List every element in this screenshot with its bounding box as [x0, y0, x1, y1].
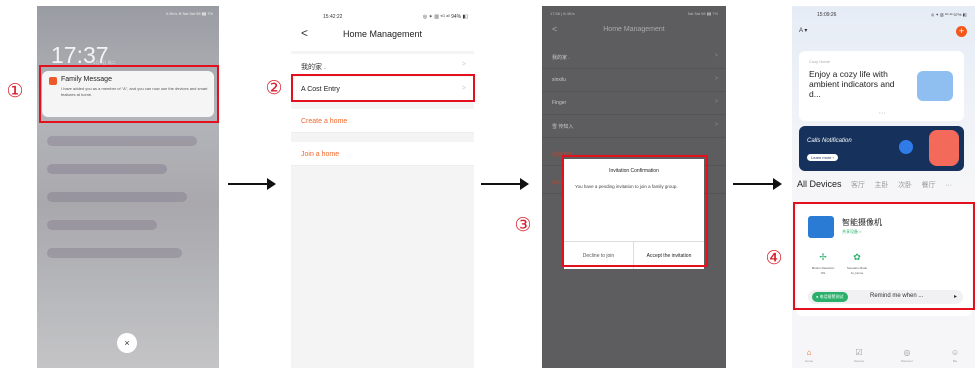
lockscreen-phone: 0.0K/s ≋ 5at 5at 98 ▮▮ 7% 17:37 4月 9日 周二… — [37, 6, 219, 368]
status-bar: ◎ ✶ ▥ ⁵ᴳ ᵃˡˡ 97% ▮▯ — [930, 12, 967, 17]
chevron-right-icon: > — [714, 53, 718, 59]
close-icon[interactable]: × — [117, 333, 137, 353]
add-icon[interactable]: + — [956, 26, 967, 37]
cozy-home-banner[interactable]: Cozy Home Enjoy a cozy life with ambient… — [799, 51, 964, 121]
tab-all-devices[interactable]: All Devices — [797, 179, 842, 189]
home-row[interactable]: Finger > — [542, 93, 726, 115]
home-row-mine[interactable]: 我的家 . > — [291, 54, 474, 76]
highlight-box-1 — [39, 65, 219, 123]
step-marker-4: ④ — [765, 247, 783, 269]
chevron-right-icon: > — [461, 61, 466, 68]
room-tabs: All Devices 客厅 主卧 次卧 餐厅 ··· — [797, 179, 959, 190]
page-title: Home Management — [603, 26, 665, 33]
home-icon: ⌂ — [806, 348, 812, 357]
banner-text: Enjoy a cozy life with ambient indicator… — [809, 69, 895, 99]
phone-illustration-icon — [929, 130, 959, 166]
create-home-button[interactable]: Create a home — [291, 109, 474, 133]
nav-me[interactable]: ☺ Me — [940, 348, 970, 363]
calls-notification-banner[interactable]: Calls Notification Learn more › — [799, 126, 964, 171]
status-bar: ◎ ✶ ▥ ⁵ᴳ ᵃˡˡ 94% ▮▯ — [422, 14, 468, 20]
status-bar: 0.0K/s ≋ 5at 5at 98 ▮▮ 7% — [165, 11, 213, 16]
nav-scenes[interactable]: ☑ Scenes — [844, 348, 874, 363]
smart-home-phone: 15:09:26 ◎ ✶ ▥ ⁵ᴳ ᵃˡˡ 97% ▮▯ A ▾ + Cozy … — [792, 6, 975, 368]
cube-illustration-icon — [917, 71, 953, 101]
home-row[interactable]: xinxilu > — [542, 70, 726, 92]
tab-room[interactable]: 主卧 — [875, 182, 889, 189]
chevron-right-icon: > — [714, 76, 718, 82]
chevron-right-icon: > — [714, 122, 718, 128]
tab-room[interactable]: 客厅 — [851, 182, 865, 189]
profile-icon: ☺ — [950, 348, 960, 357]
arrow-right-icon — [228, 178, 276, 190]
status-time: 15:09:26 — [817, 12, 837, 18]
tab-room[interactable]: 次卧 — [898, 182, 912, 189]
status-time: 15:42:22 — [323, 14, 343, 20]
step-marker-3: ③ — [514, 214, 532, 236]
highlight-box-2 — [291, 74, 475, 102]
step-marker-1: ① — [6, 80, 24, 102]
bottom-nav: ⌂ Home ☑ Scenes ◎ Discover ☺ Me — [792, 344, 975, 368]
status-bar: 5at 5at 98 ▮▮ 7% — [687, 11, 718, 16]
page-title: Home Management — [342, 29, 423, 39]
instruction-figure: 0.0K/s ≋ 5at 5at 98 ▮▮ 7% 17:37 4月 9日 周二… — [0, 0, 980, 369]
step-marker-2: ② — [265, 77, 283, 99]
scenes-icon: ☑ — [855, 348, 863, 357]
arrow-right-icon — [733, 178, 782, 190]
carousel-dots: • • • — [879, 110, 886, 115]
arrow-right-icon — [481, 178, 529, 190]
highlight-box-3 — [562, 155, 708, 267]
home-row[interactable]: 我的家 . > — [542, 47, 726, 69]
more-icon[interactable]: ··· — [945, 182, 952, 189]
nav-discover[interactable]: ◎ Discover — [892, 348, 922, 363]
nav-home[interactable]: ⌂ Home — [794, 348, 824, 363]
highlight-box-4 — [793, 202, 975, 310]
home-selector[interactable]: A ▾ — [799, 27, 807, 34]
dot-icon — [899, 140, 913, 154]
discover-icon: ◎ — [903, 348, 911, 357]
chevron-right-icon: > — [714, 99, 718, 105]
join-home-button[interactable]: Join a home — [291, 142, 474, 166]
tab-room[interactable]: 餐厅 — [922, 182, 936, 189]
home-row[interactable]: 雪 传知入 > — [542, 116, 726, 138]
home-management-phone: 15:42:22 ◎ ✶ ▥ ⁵ᴳ ᵃˡˡ 94% ▮▯ < Home Mana… — [291, 6, 474, 368]
learn-more-button[interactable]: Learn more › — [807, 154, 838, 161]
status-time: 17:56 | 8.4K/s — [550, 11, 575, 16]
